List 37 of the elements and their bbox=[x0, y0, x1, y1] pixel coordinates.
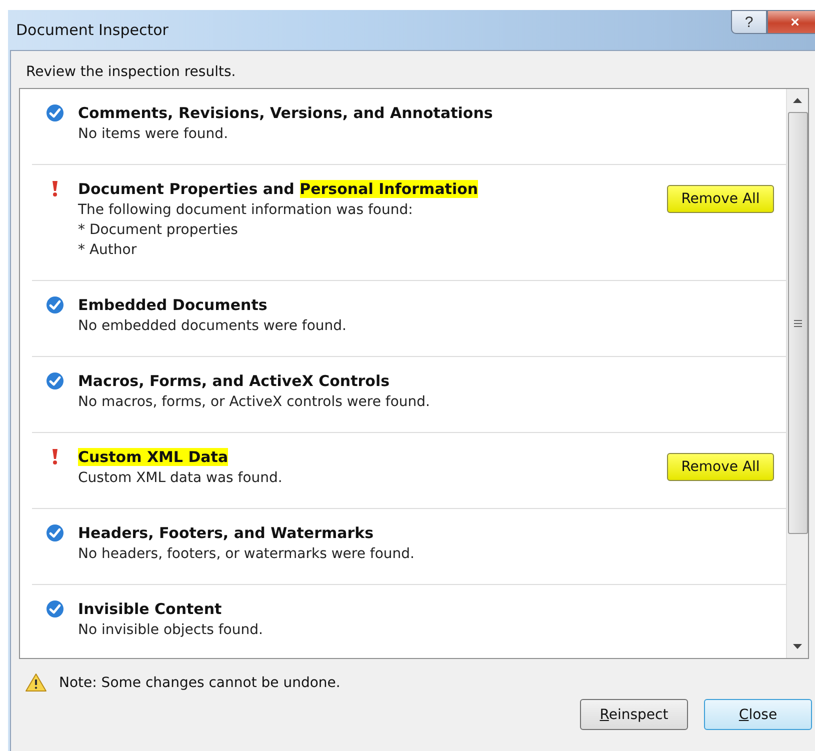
result-detail: * Document properties bbox=[78, 221, 239, 240]
remove-all-button[interactable]: Remove All bbox=[667, 453, 774, 481]
result-title: Embedded Documents bbox=[78, 295, 268, 316]
checkmark-icon bbox=[46, 372, 64, 390]
close-button[interactable]: × bbox=[767, 10, 815, 34]
note-text: Note: Some changes cannot be undone. bbox=[59, 674, 340, 690]
result-detail: No items were found. bbox=[78, 125, 230, 144]
result-title: Custom XML Data bbox=[78, 447, 230, 468]
scroll-down-icon[interactable] bbox=[793, 644, 802, 649]
result-detail: No headers, footers, or watermarks were found. bbox=[78, 545, 416, 564]
checkmark-icon bbox=[46, 296, 64, 314]
reinspect-button[interactable]: Reinspect bbox=[580, 699, 688, 730]
instruction-text: Review the inspection results. bbox=[26, 64, 237, 80]
result-detail: Custom XML data was found. bbox=[78, 469, 284, 488]
result-title: Comments, Revisions, Versions, and Annotations bbox=[78, 103, 494, 124]
result-detail: No macros, forms, or ActiveX controls were found. bbox=[78, 393, 431, 412]
result-title: Macros, Forms, and ActiveX Controls bbox=[78, 371, 391, 392]
help-button[interactable]: ? bbox=[731, 10, 767, 34]
result-detail: No embedded documents were found. bbox=[78, 317, 348, 336]
exclamation-icon bbox=[51, 448, 59, 466]
warning-icon bbox=[25, 673, 47, 692]
scrollbar[interactable] bbox=[786, 89, 808, 658]
result-detail: No invisible objects found. bbox=[78, 621, 264, 640]
result-title: Headers, Footers, and Watermarks bbox=[78, 523, 375, 544]
result-title: Document Properties and Personal Information bbox=[78, 179, 480, 200]
checkmark-icon bbox=[46, 104, 64, 122]
result-detail: * Author bbox=[78, 241, 138, 260]
remove-all-button[interactable]: Remove All bbox=[667, 185, 774, 213]
exclamation-icon bbox=[51, 180, 59, 198]
scroll-thumb[interactable] bbox=[788, 112, 808, 534]
window-title: Document Inspector bbox=[16, 21, 168, 39]
checkmark-icon bbox=[46, 524, 64, 542]
result-title: Invisible Content bbox=[78, 599, 223, 620]
scroll-up-icon[interactable] bbox=[793, 98, 802, 103]
checkmark-icon bbox=[46, 600, 64, 618]
close-dialog-button[interactable]: Close bbox=[704, 699, 812, 730]
result-detail: The following document information was found: bbox=[78, 201, 414, 220]
